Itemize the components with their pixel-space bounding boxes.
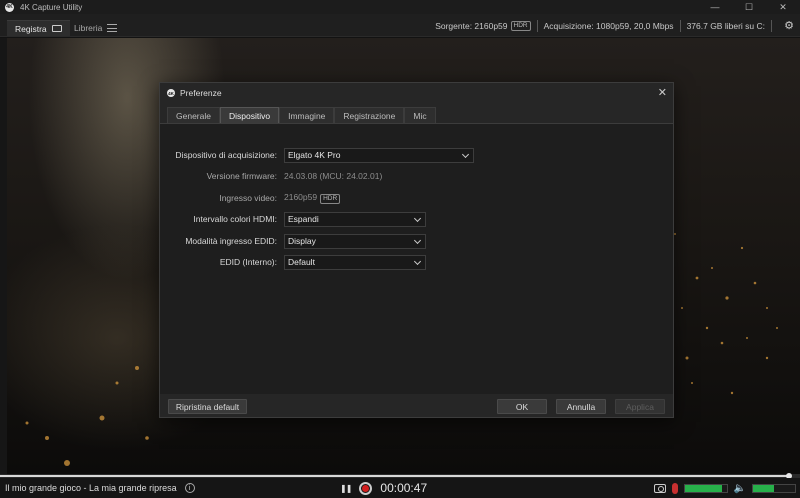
status-info: Sorgente: 2160p59 HDR Acquisizione: 1080… [435, 14, 800, 37]
dialog-title-bar: 4K Preferenze ✕ [160, 83, 673, 103]
edid-mode-row: Modalità ingresso EDID: Display [160, 233, 673, 249]
chevron-down-icon [413, 236, 422, 244]
toolbar: Registra Libreria Sorgente: 2160p59 HDR … [0, 14, 800, 37]
device-label: Dispositivo di acquisizione: [175, 150, 277, 160]
edid-select[interactable]: Default [284, 254, 426, 270]
close-button[interactable]: ✕ [766, 0, 800, 14]
gear-icon[interactable]: ⚙ [778, 19, 800, 32]
video-input-row: Ingresso video: 2160p59 HDR [160, 190, 673, 206]
firmware-row: Versione firmware: 24.03.08 (MCU: 24.02.… [160, 168, 673, 184]
ok-button[interactable]: OK [497, 399, 547, 414]
record-dot-icon [362, 484, 370, 492]
tab-record-label: Registra [15, 23, 47, 34]
pause-icon[interactable]: ❚❚ [340, 484, 352, 493]
audio-meters: 🔈 [653, 478, 796, 498]
app-title: 4K Capture Utility [20, 2, 83, 12]
video-input-hdr-badge: HDR [320, 194, 341, 204]
firmware-value: 24.03.08 (MCU: 24.02.01) [284, 171, 383, 181]
dialog-tabs: Generale Dispositivo Immagine Registrazi… [167, 107, 436, 123]
tab-record[interactable]: Registra [7, 20, 70, 36]
device-row: Dispositivo di acquisizione: Elgato 4K P… [160, 147, 673, 163]
record-view-icon [51, 25, 62, 32]
mic-level-meter [683, 483, 728, 493]
edid-value: Default [288, 257, 315, 267]
source-hdr-badge: HDR [510, 20, 531, 31]
seek-progress [0, 475, 791, 477]
tab-general[interactable]: Generale [167, 107, 220, 123]
speaker-icon[interactable]: 🔈 [734, 483, 746, 494]
hdmi-range-select[interactable]: Espandi [284, 211, 426, 227]
video-input-resolution: 2160p59 [284, 192, 318, 202]
dialog-title: Preferenze [180, 88, 222, 98]
record-button[interactable] [359, 481, 373, 495]
chevron-down-icon [413, 214, 422, 222]
free-space-status: 376.7 GB liberi su C: [686, 20, 765, 31]
app-logo-icon: 4K [5, 2, 14, 12]
tab-device[interactable]: Dispositivo [219, 107, 280, 123]
library-list-icon [107, 24, 118, 32]
preferences-dialog: 4K Preferenze ✕ Generale Dispositivo Imm… [159, 82, 674, 418]
tab-library[interactable]: Libreria [66, 20, 125, 36]
tab-image[interactable]: Immagine [279, 107, 335, 123]
dialog-footer: Ripristina default OK Annulla Applica [160, 394, 673, 419]
chevron-down-icon [461, 150, 470, 158]
window-controls: — ☐ ✕ [698, 0, 800, 14]
dialog-close-icon[interactable]: ✕ [658, 86, 667, 99]
chevron-down-icon [413, 257, 422, 265]
info-icon[interactable]: i [184, 483, 195, 493]
speaker-level-meter [752, 483, 796, 493]
device-select[interactable]: Elgato 4K Pro [284, 147, 474, 163]
source-status: Sorgente: 2160p59 [435, 20, 508, 31]
speaker-level-fill [753, 484, 774, 492]
video-input-value: 2160p59 HDR [284, 192, 341, 204]
edid-mode-value: Display [288, 236, 316, 246]
hdmi-range-label: Intervallo colori HDMI: [193, 214, 277, 224]
minimize-button[interactable]: — [698, 0, 732, 14]
left-edge [0, 38, 7, 474]
edid-mode-label: Modalità ingresso EDID: [185, 236, 277, 246]
divider [679, 19, 681, 32]
edid-mode-select[interactable]: Display [284, 233, 426, 249]
recording-timer: 00:00:47 [380, 481, 428, 495]
hdmi-range-row: Intervallo colori HDMI: Espandi [160, 211, 673, 227]
cancel-button[interactable]: Annulla [556, 399, 606, 414]
bottom-bar: Il mio grande gioco - La mia grande ripr… [0, 478, 800, 498]
hdmi-range-value: Espandi [288, 214, 319, 224]
dialog-logo-icon: 4K [167, 89, 175, 97]
tab-recording[interactable]: Registrazione [334, 107, 405, 123]
maximize-button[interactable]: ☐ [732, 0, 766, 14]
apply-button[interactable]: Applica [615, 399, 665, 414]
divider [536, 19, 538, 32]
microphone-icon[interactable] [671, 482, 678, 494]
clip-title: Il mio grande gioco - La mia grande ripr… [5, 483, 177, 493]
camera-icon[interactable] [653, 483, 666, 493]
title-bar: 4K 4K Capture Utility — ☐ ✕ [0, 0, 800, 14]
device-select-value: Elgato 4K Pro [288, 150, 341, 160]
acquisition-status: Acquisizione: 1080p59, 20,0 Mbps [543, 20, 674, 31]
mic-level-fill [684, 484, 722, 492]
firmware-label: Versione firmware: [206, 171, 277, 181]
edid-label: EDID (Interno): [219, 257, 277, 267]
dialog-body: Dispositivo di acquisizione: Elgato 4K P… [160, 123, 673, 394]
divider [771, 19, 772, 32]
reset-defaults-button[interactable]: Ripristina default [168, 399, 247, 414]
video-input-label: Ingresso video: [219, 193, 277, 203]
edid-row: EDID (Interno): Default [160, 254, 673, 270]
transport-controls: ❚❚ 00:00:47 [340, 478, 427, 498]
tab-library-label: Libreria [74, 23, 103, 33]
tab-mic[interactable]: Mic [404, 107, 436, 123]
